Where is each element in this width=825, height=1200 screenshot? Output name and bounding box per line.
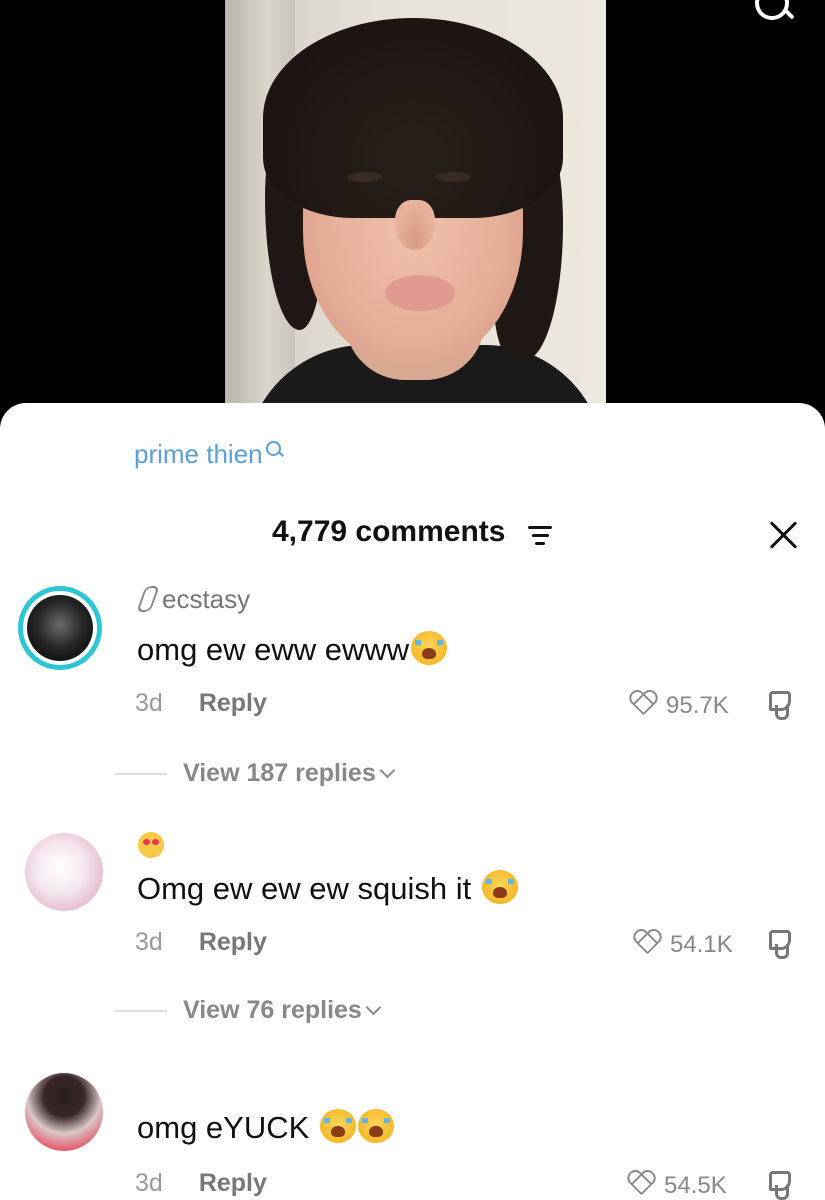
search-icon[interactable] [755,0,789,20]
divider-line [115,1010,167,1013]
comment-text: omg ew eww ewww [137,631,448,668]
video-person-hair-top [263,18,563,218]
comment-text-content: Omg ew ew ew squish it [137,871,480,906]
close-icon[interactable] [768,519,800,551]
view-replies-label[interactable]: View 76 replies [183,996,362,1024]
avatar-image [27,595,93,661]
like-button[interactable]: 95.7K [628,691,748,720]
avatar[interactable] [18,586,102,670]
dislike-icon[interactable] [765,928,795,959]
crying-face-emoji [481,870,518,904]
search-icon [265,441,281,456]
heart-icon[interactable] [628,691,658,719]
comments-header: 4,779 comments [0,515,825,555]
video-person-nose [395,200,435,250]
video-player[interactable] [0,0,825,420]
comment-text-content: omg ew eww ewww [137,632,410,667]
view-replies-button[interactable]: View 187 replies [115,759,396,788]
crying-face-emoji [319,1109,356,1143]
comment-time: 3d [135,1169,163,1197]
like-count: 95.7K [666,692,729,719]
heart-icon[interactable] [632,930,662,958]
comment-text: omg eYUCK [137,1109,394,1146]
divider-line [115,773,167,776]
comment-username[interactable]: ecstasy [138,584,250,615]
search-suggestion-link[interactable]: prime thien [134,439,281,470]
username-text[interactable]: ecstasy [162,584,250,614]
username-symbol-icon [138,584,156,612]
comment-meta: 3d Reply [135,689,267,718]
search-suggestion-text[interactable]: prime thien [134,439,263,469]
avatar[interactable] [25,833,103,911]
heart-icon[interactable] [626,1171,656,1199]
comments-sheet: prime thien 4,779 comments ecstasy omg e… [0,403,825,1200]
like-count: 54.1K [670,931,733,958]
crying-face-emoji [357,1109,394,1143]
reply-button[interactable]: Reply [199,1169,267,1197]
comment-time: 3d [135,928,163,956]
like-button[interactable]: 54.5K [626,1171,746,1200]
comment-text-content: omg eYUCK [137,1110,318,1145]
view-replies-button[interactable]: View 76 replies [115,996,382,1025]
dislike-icon[interactable] [765,1169,795,1200]
comment-text: Omg ew ew ew squish it [137,870,518,907]
chevron-down-icon [379,762,396,779]
reply-button[interactable]: Reply [199,689,267,717]
comment-time: 3d [135,689,163,717]
video-person-eye [347,172,383,182]
video-person-lips [385,275,455,311]
view-replies-label[interactable]: View 187 replies [183,759,376,787]
filter-icon[interactable] [528,526,552,546]
avatar[interactable] [25,1073,103,1151]
reply-button[interactable]: Reply [199,928,267,956]
like-button[interactable]: 54.1K [632,930,752,959]
comment-meta: 3d Reply [135,1169,267,1198]
heart-eyes-emoji [138,832,164,858]
video-frame[interactable] [225,0,606,410]
like-count: 54.5K [664,1172,727,1199]
comment-count: 4,779 comments [272,515,506,548]
crying-face-emoji [411,631,448,665]
comment-meta: 3d Reply [135,928,267,957]
dislike-icon[interactable] [765,689,795,720]
video-person-eye [435,172,471,182]
chevron-down-icon [365,999,382,1016]
